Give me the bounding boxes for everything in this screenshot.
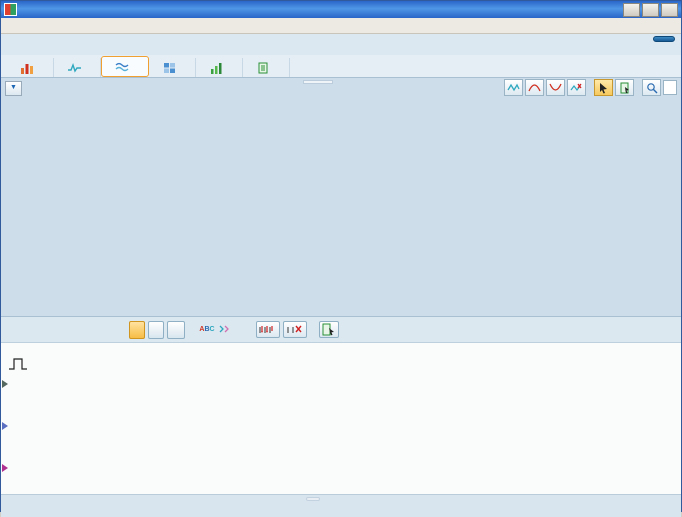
- qt-grid: [3, 97, 679, 317]
- tab-overview[interactable]: [7, 58, 54, 77]
- wave-flag-icon[interactable]: [567, 79, 586, 96]
- playback-controls: [306, 497, 320, 501]
- bar-chart-icon: [20, 62, 35, 74]
- channel2-marker-icon: [2, 422, 8, 430]
- gain-slider[interactable]: [437, 320, 499, 340]
- pointer-icon[interactable]: [594, 79, 613, 96]
- patient-header: [1, 34, 681, 55]
- channel1-marker-icon: [2, 380, 8, 388]
- calibration-pulse-icon: [7, 356, 29, 376]
- tab-segment-st[interactable]: [54, 58, 101, 77]
- rr-button[interactable]: [129, 321, 145, 339]
- minimize-button[interactable]: [623, 3, 640, 17]
- ecg-strip-area[interactable]: [1, 356, 681, 494]
- sheet-pointer-icon[interactable]: [319, 321, 339, 338]
- type-arrows-icon[interactable]: [218, 321, 230, 339]
- restore-button[interactable]: [642, 3, 659, 17]
- tab-variability[interactable]: [196, 58, 243, 77]
- menu-bar: [1, 18, 681, 34]
- app-window: ▼: [0, 0, 682, 512]
- brand-logo: [653, 36, 675, 42]
- report-doc-icon: [256, 62, 271, 74]
- time-navigator: [663, 80, 677, 95]
- channel3-marker-icon: [2, 464, 8, 472]
- abc-labels-icon[interactable]: ABC: [199, 326, 214, 333]
- rr-values-row: [1, 343, 681, 356]
- st-wave-icon: [67, 62, 82, 74]
- app-icon: [4, 3, 17, 16]
- ecg-panel: ABC: [1, 316, 681, 494]
- wave-icon[interactable]: [504, 79, 523, 96]
- beats-down-icon[interactable]: [256, 321, 280, 338]
- tab-interval-qt[interactable]: [101, 56, 149, 77]
- qt-toolbar: ▼: [3, 79, 679, 97]
- tab-typing[interactable]: [149, 58, 196, 77]
- zoom-icon[interactable]: [642, 79, 661, 96]
- title-bar: [1, 1, 681, 18]
- qt-panel-title: [303, 80, 333, 84]
- tab-report[interactable]: [243, 58, 290, 77]
- hr-button[interactable]: [148, 321, 164, 339]
- green-bars-icon: [209, 62, 224, 74]
- beats-delete-icon[interactable]: [283, 321, 307, 338]
- status-bar: [1, 494, 681, 517]
- arc-up-icon[interactable]: [525, 79, 544, 96]
- qt-wave-icon: [115, 61, 130, 73]
- tab-bar: [1, 55, 681, 78]
- qt-toolbar-right: [504, 79, 677, 96]
- speed-slider[interactable]: [359, 320, 421, 340]
- qt-panel: ▼: [1, 78, 681, 316]
- arc-down-icon[interactable]: [546, 79, 565, 96]
- channels-dropdown[interactable]: [167, 321, 185, 339]
- export-icon[interactable]: [615, 79, 634, 96]
- grid-icon: [162, 62, 177, 74]
- chevron-down-icon[interactable]: ▼: [5, 81, 22, 96]
- close-button[interactable]: [661, 3, 678, 17]
- ecg-toolbar: ABC: [1, 317, 681, 343]
